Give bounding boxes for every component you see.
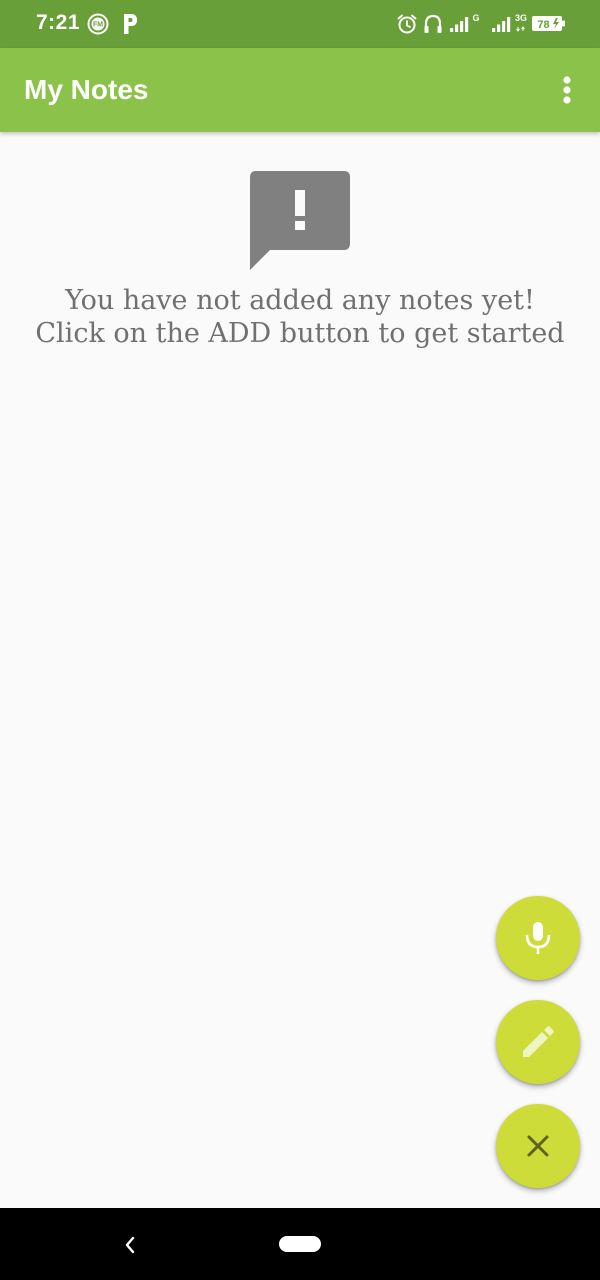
navigation-bar: [0, 1208, 600, 1280]
signal-icon: G: [450, 13, 480, 32]
mic-icon: [525, 922, 551, 954]
empty-state-line-2: Click on the ADD button to get started: [35, 318, 565, 349]
svg-text:FM: FM: [93, 22, 103, 29]
headset-icon: [424, 14, 442, 33]
more-vert-icon: [563, 76, 571, 104]
status-time: 7:21: [36, 11, 81, 34]
fm-radio-icon: FM: [87, 13, 109, 35]
text-note-button[interactable]: [496, 1000, 580, 1084]
status-bar: 7:21 FM G 3G 78: [0, 0, 600, 48]
home-pill-icon[interactable]: [278, 1235, 322, 1253]
battery-icon: 78: [532, 16, 565, 31]
pencil-icon: [523, 1026, 554, 1057]
back-chevron-icon[interactable]: [116, 1232, 144, 1258]
signal-icon: 3G: [492, 13, 527, 32]
more-options-button[interactable]: [548, 68, 588, 112]
close-menu-button[interactable]: [496, 1104, 580, 1188]
parking-icon: [124, 14, 137, 34]
alarm-icon: [397, 14, 417, 34]
page-title: My Notes: [24, 74, 149, 105]
empty-state-message: You have not added any notes yet! Click …: [0, 284, 600, 350]
app-bar: My Notes: [0, 48, 600, 132]
network-type-label: 3G: [515, 13, 527, 23]
close-icon: [527, 1135, 549, 1157]
empty-state-line-1: You have not added any notes yet!: [65, 285, 535, 316]
battery-level: 78: [537, 19, 549, 31]
voice-note-button[interactable]: [496, 896, 580, 980]
network-type-label: G: [472, 13, 479, 23]
feedback-exclamation-icon: [250, 171, 350, 270]
